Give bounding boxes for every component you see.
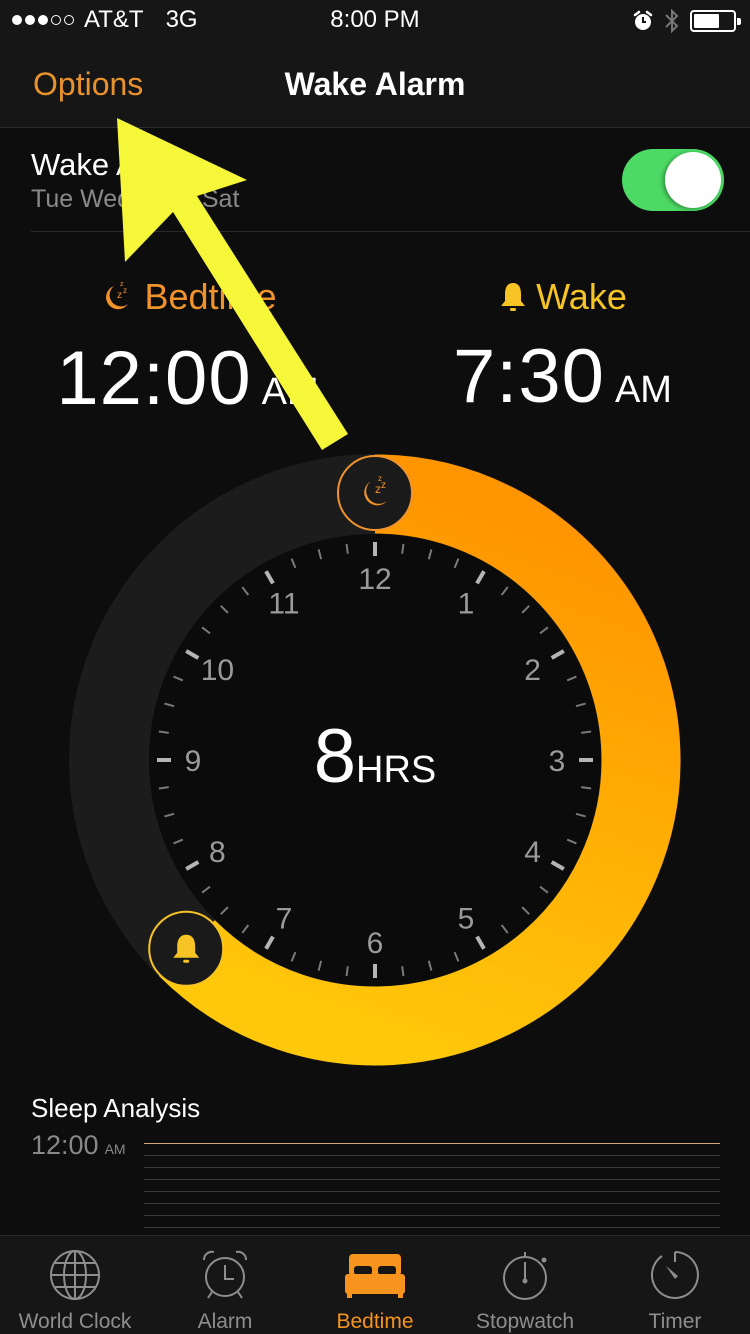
sleep-chart-gridline (144, 1167, 720, 1168)
navigation-bar: Options Wake Alarm (0, 40, 750, 128)
tab-label: World Clock (18, 1310, 132, 1333)
sleep-chart-gridline (144, 1215, 720, 1216)
bed-icon (345, 1254, 405, 1298)
hour-label: 8 (209, 836, 226, 869)
bedtime-time: 12:00 AM (0, 335, 375, 422)
hour-label: 7 (276, 903, 293, 936)
tab-label: Alarm (197, 1310, 253, 1333)
svg-text:z: z (117, 290, 122, 301)
wake-alarm-row: Wake Alarm Tue Wed Fri Sat (0, 129, 750, 232)
bluetooth-icon (665, 8, 679, 34)
hour-label: 12 (358, 563, 391, 596)
alarm-title: Wake Alarm (31, 147, 197, 182)
status-bar: AT&T 3G 8:00 PM (0, 0, 750, 40)
tab-label: Timer (648, 1310, 702, 1333)
sleep-chart-gridline (144, 1155, 720, 1156)
tab-timer[interactable]: Timer (600, 1236, 750, 1334)
hour-label: 2 (524, 654, 541, 687)
minor-tick (345, 966, 349, 977)
wake-handle[interactable] (148, 910, 225, 987)
alarm-clock-icon (203, 1250, 247, 1299)
stopwatch-icon (503, 1252, 547, 1300)
wake-label: Wake (498, 276, 627, 318)
duration-unit: HRS (356, 749, 436, 791)
sleep-time-value: 12:00 (31, 1130, 99, 1160)
tab-stopwatch[interactable]: Stopwatch (450, 1236, 600, 1334)
bedtime-label-text: Bedtime (144, 276, 277, 317)
bedtime-label: z z z Bedtime (98, 276, 277, 318)
sleep-chart-gridline (144, 1143, 720, 1144)
hour-label: 5 (458, 903, 475, 936)
minor-tick (401, 543, 405, 554)
hour-label: 3 (549, 745, 566, 778)
bedtime-ampm: AM (261, 371, 319, 413)
alarm-clock-icon (633, 10, 653, 30)
tab-label: Stopwatch (475, 1310, 575, 1333)
minor-tick (581, 786, 592, 790)
hour-label: 11 (268, 587, 299, 620)
minor-tick (158, 786, 169, 790)
bedtime-handle[interactable]: z z z (337, 455, 413, 531)
tab-label: Bedtime (336, 1310, 414, 1333)
sleep-chart-gridline (144, 1179, 720, 1180)
hour-label: 4 (524, 836, 541, 869)
sleep-analysis-chart (144, 1143, 720, 1239)
bedtime-time-value: 12:00 (56, 336, 252, 421)
minor-tick (158, 730, 169, 734)
battery-icon (690, 10, 741, 32)
toggle-knob (665, 152, 721, 208)
hour-label: 9 (185, 745, 202, 778)
alarm-days: Tue Wed Fri Sat (31, 185, 240, 213)
sleep-chart-gridline (144, 1203, 720, 1204)
minor-tick (401, 966, 405, 977)
wake-block: Wake 7:30 AM (375, 276, 750, 420)
svg-text:z: z (123, 286, 127, 295)
wake-label-text: Wake (536, 276, 627, 317)
hour-label: 10 (201, 654, 234, 687)
tab-alarm[interactable]: Alarm (150, 1236, 300, 1334)
hour-label: 1 (458, 587, 475, 620)
wake-time: 7:30 AM (375, 333, 750, 420)
status-right (632, 8, 741, 34)
svg-text:z: z (120, 281, 124, 288)
bedtime-block: z z z Bedtime 12:00 AM (0, 276, 375, 422)
globe-icon (50, 1250, 100, 1300)
tab-bar: World Clock Alarm Bedtime Stopwatch Time… (0, 1235, 750, 1334)
sleep-chart-gridline (144, 1191, 720, 1192)
sleep-chart-gridline (144, 1227, 720, 1228)
divider (31, 231, 750, 232)
timer-icon (651, 1251, 699, 1299)
moon-zzz-icon: z z z (106, 281, 129, 310)
minor-tick (345, 543, 349, 554)
wake-ampm: AM (614, 369, 672, 411)
bell-icon (501, 283, 526, 311)
minor-tick (581, 730, 592, 734)
wake-alarm-toggle[interactable] (622, 149, 724, 211)
tab-bedtime[interactable]: Bedtime (300, 1236, 450, 1334)
page-title: Wake Alarm (284, 66, 466, 102)
hour-label: 6 (367, 927, 384, 960)
sleep-analysis-time: 12:00 AM (31, 1130, 126, 1161)
svg-text:z: z (378, 474, 382, 483)
sleep-time-ampm: AM (104, 1141, 126, 1157)
duration-value: 8 (314, 714, 356, 799)
sleep-analysis-title: Sleep Analysis (31, 1093, 201, 1123)
battery-level (694, 14, 719, 28)
wake-time-value: 7:30 (453, 334, 605, 419)
tab-world-clock[interactable]: World Clock (0, 1236, 150, 1334)
